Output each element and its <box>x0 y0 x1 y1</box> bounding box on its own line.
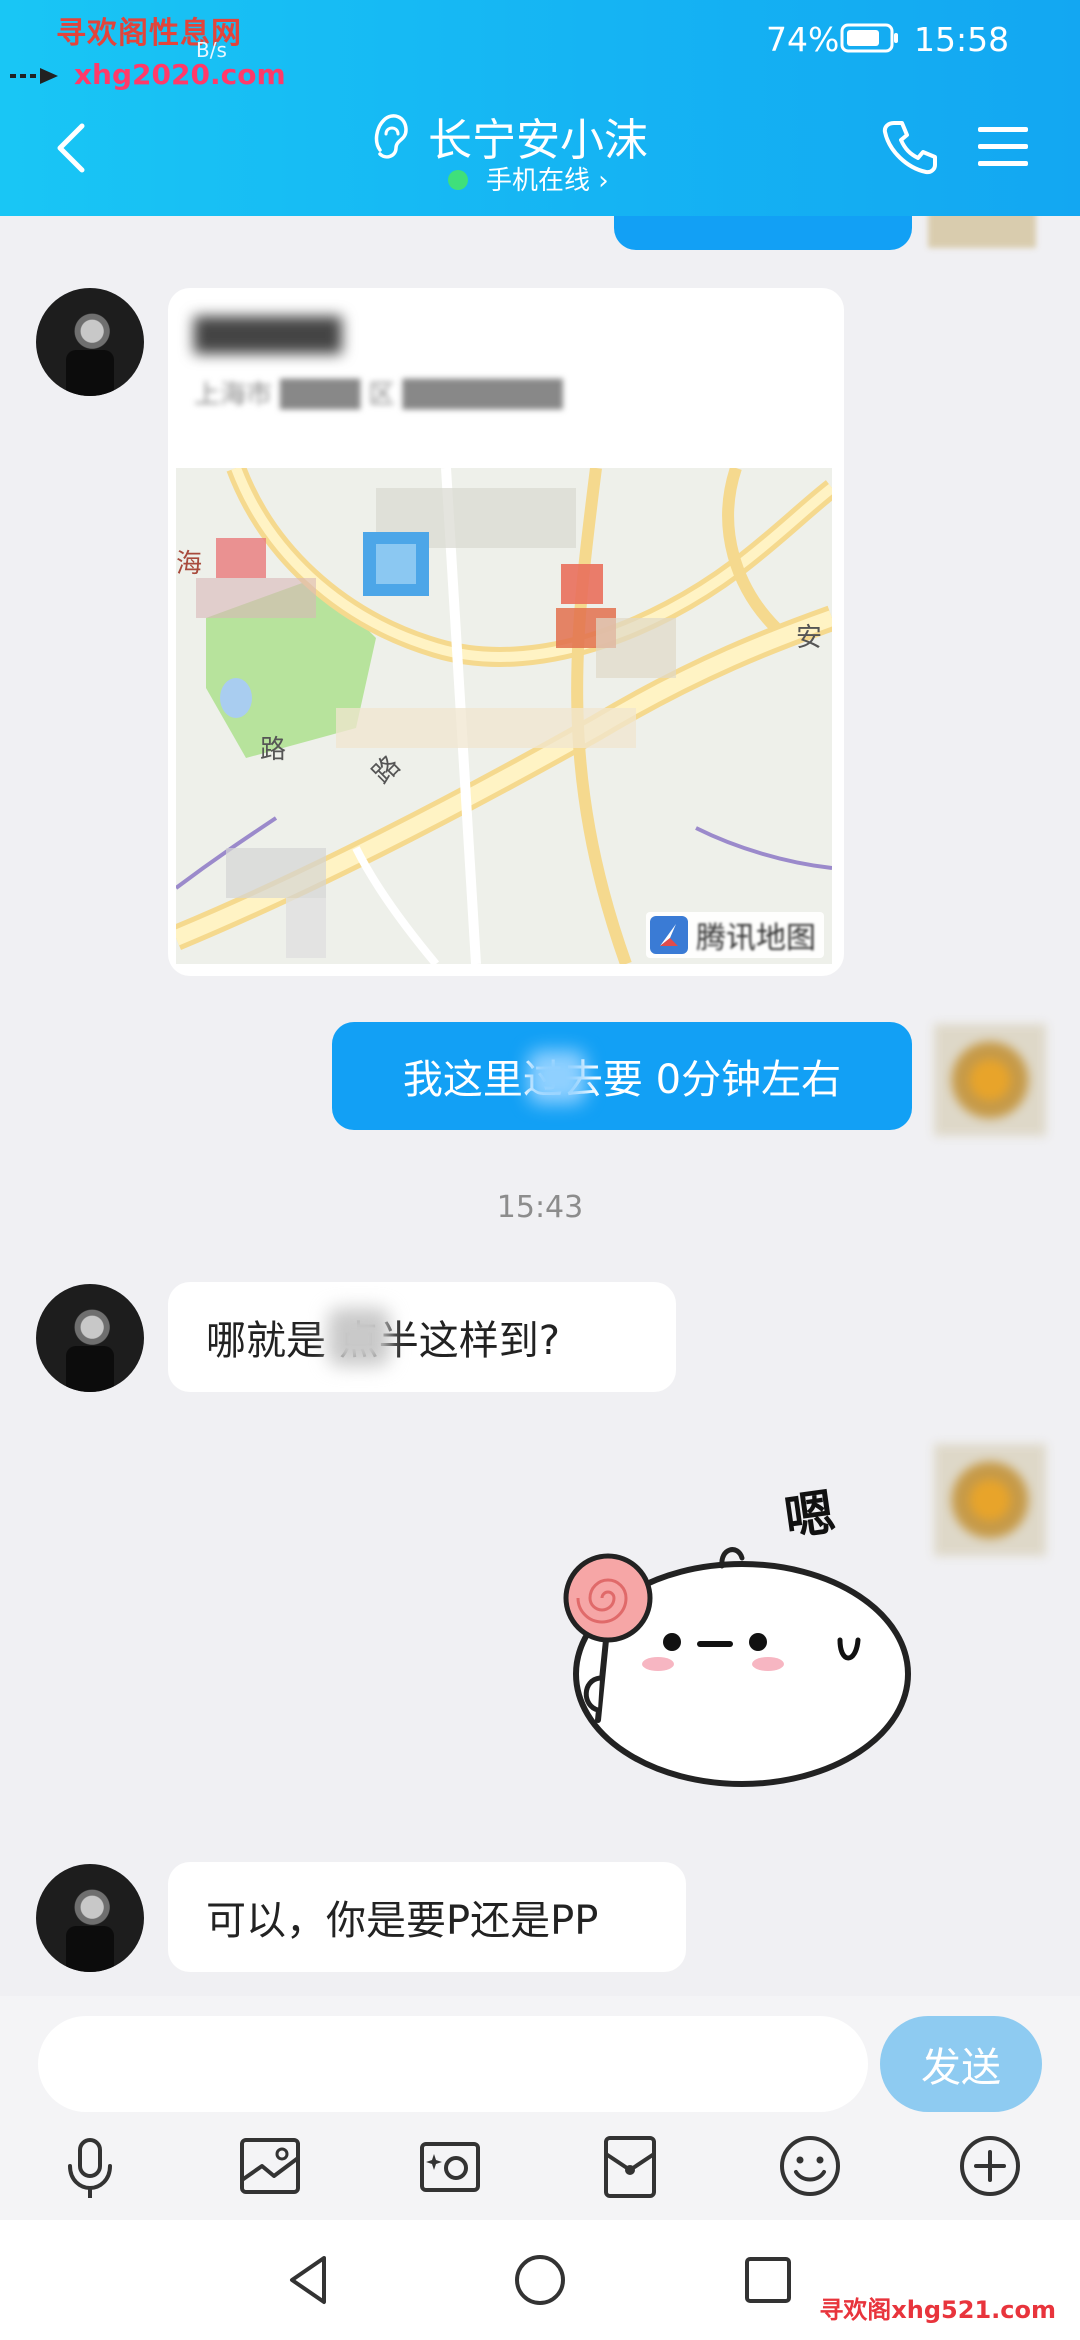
send-button[interactable]: 发送 <box>880 2016 1042 2112</box>
camera-icon[interactable] <box>414 2130 486 2202</box>
location-message[interactable]: ██████ 上海市 ████ 区 ████████ 海 安 路 路 腾讯地图 <box>168 288 844 976</box>
back-icon[interactable] <box>50 120 94 176</box>
status-bar: 寻欢阁性息网 xhg2020.com B/s 74% 15:58 <box>0 0 1080 91</box>
network-speed: B/s <box>196 38 227 62</box>
red-packet-icon[interactable] <box>594 2130 666 2202</box>
message-list[interactable]: ██████ 上海市 ████ 区 ████████ 海 安 路 路 腾讯地图 … <box>0 216 1080 1996</box>
location-address: 上海市 ████ 区 ████████ <box>194 380 563 410</box>
mic-icon[interactable] <box>54 2130 126 2202</box>
svg-text:嗯: 嗯 <box>781 1483 839 1547</box>
location-name: ██████ <box>194 316 342 354</box>
battery-icon <box>840 23 898 53</box>
message-input[interactable] <box>38 2016 868 2112</box>
incoming-message[interactable]: 可以，你是要P还是PP <box>168 1862 686 1972</box>
contact-avatar[interactable] <box>36 1864 144 1972</box>
plus-icon[interactable] <box>954 2130 1026 2202</box>
contact-name[interactable]: 长宁安小沫 <box>428 104 648 168</box>
online-status[interactable]: 手机在线 › <box>486 160 609 197</box>
time-divider: 15:43 <box>496 1190 584 1225</box>
phone-icon[interactable] <box>880 118 938 176</box>
chat-header: 寻欢阁性息网 xhg2020.com B/s 74% 15:58 长宁安小沫 手… <box>0 0 1080 216</box>
map-provider-badge: 腾讯地图 <box>646 912 824 958</box>
my-avatar[interactable] <box>928 216 1036 248</box>
map-label-2: 安 <box>796 623 822 653</box>
nav-back-icon[interactable] <box>278 2250 338 2310</box>
image-icon[interactable] <box>234 2130 306 2202</box>
outgoing-message[interactable]: 我这里过去要 0分钟左右 <box>332 1022 912 1130</box>
my-avatar[interactable] <box>934 1024 1046 1136</box>
system-nav-bar: 寻欢阁xhg521.com <box>0 2220 1080 2340</box>
online-indicator <box>448 170 468 190</box>
map-provider-logo-icon <box>650 916 688 954</box>
map-label-1: 海 <box>176 549 202 579</box>
watermark-site: xhg2020.com <box>74 58 286 91</box>
redaction-blur <box>528 1050 586 1104</box>
incoming-message-text: 可以，你是要P还是PP <box>206 1898 599 1944</box>
battery-percentage: 74% <box>766 20 840 59</box>
status-clock: 15:58 <box>914 20 1010 59</box>
watermark-arrow-icon <box>10 68 58 84</box>
map-provider-name: 腾讯地图 <box>696 921 816 956</box>
map-graphic: 海 安 路 路 <box>176 468 832 964</box>
map-preview[interactable]: 海 安 路 路 腾讯地图 <box>176 468 832 964</box>
nav-recents-icon[interactable] <box>738 2250 798 2310</box>
nav-home-icon[interactable] <box>510 2250 570 2310</box>
menu-icon[interactable] <box>976 124 1030 170</box>
previous-outgoing-bubble[interactable] <box>614 216 912 250</box>
redaction-blur <box>328 1308 390 1366</box>
incoming-message[interactable]: 哪就是 点半这样到? <box>168 1282 676 1392</box>
my-avatar[interactable] <box>934 1444 1046 1556</box>
sticker-message[interactable]: 嗯 <box>552 1470 912 1790</box>
contact-avatar[interactable] <box>36 1284 144 1392</box>
map-label-3: 路 <box>260 735 286 765</box>
ear-icon[interactable] <box>370 110 410 162</box>
emoji-icon[interactable] <box>774 2130 846 2202</box>
chat-screen: 寻欢阁性息网 xhg2020.com B/s 74% 15:58 长宁安小沫 手… <box>0 0 1080 2340</box>
outgoing-message-text: 我这里过去要 0分钟左右 <box>402 1057 842 1103</box>
contact-avatar[interactable] <box>36 288 144 396</box>
input-bar: 发送 <box>0 1996 1080 2220</box>
watermark-bottom: 寻欢阁xhg521.com <box>819 2296 1056 2324</box>
